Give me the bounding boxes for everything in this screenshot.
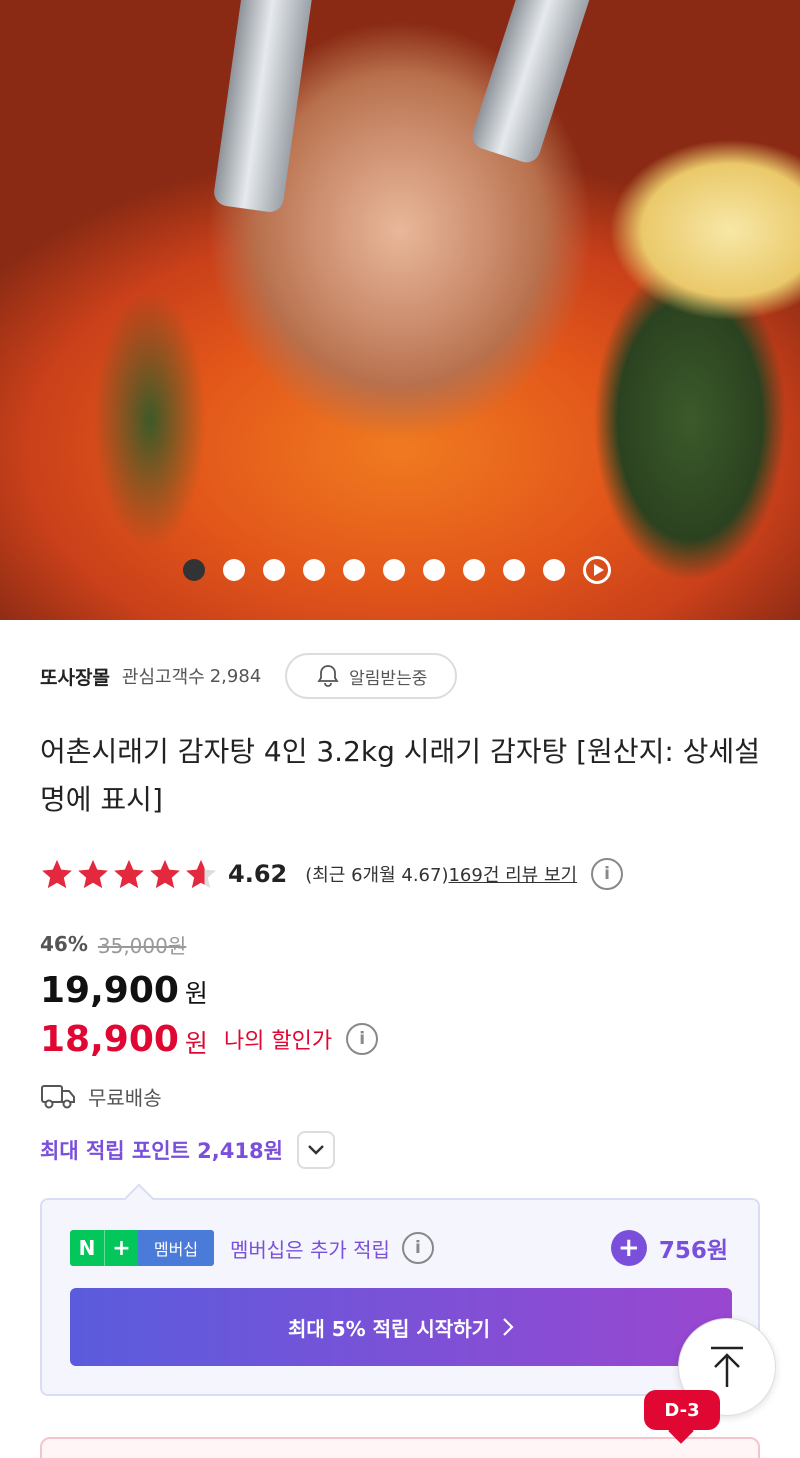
membership-text: 멤버십은 추가 적립 — [230, 1237, 390, 1262]
membership-amount: 756원 — [658, 1238, 728, 1264]
fans-label: 관심고객수 — [121, 667, 205, 688]
shipping-row: 무료배송 — [40, 1078, 162, 1114]
bell-icon — [317, 665, 339, 687]
original-price: 35,000원 — [97, 933, 187, 958]
my-price-row: 18,900 원 나의 할인가 i — [40, 1016, 379, 1062]
truck-icon — [41, 1085, 75, 1109]
rating-score: 4.62 — [228, 860, 288, 888]
play-icon[interactable] — [583, 556, 611, 584]
star-icon — [42, 859, 72, 889]
carousel-indicator — [183, 556, 611, 584]
sale-price-row: 19,900 원 — [40, 970, 208, 1016]
membership-box: N + 멤버십 멤버십은 추가 적립 i + 756원 최대 5% 적립 시작하… — [40, 1198, 760, 1396]
info-icon[interactable]: i — [591, 858, 624, 890]
info-icon[interactable]: i — [401, 1232, 434, 1264]
carousel-dot[interactable] — [223, 559, 245, 581]
seller-name[interactable]: 또사장몰 — [40, 663, 110, 690]
membership-text-row: 멤버십은 추가 적립 i — [230, 1230, 434, 1266]
star-icon — [78, 859, 108, 889]
rating-recent: (최근 6개월 4.67) — [305, 865, 449, 886]
start-membership-button[interactable]: 최대 5% 적립 시작하기 — [70, 1288, 732, 1366]
chevron-down-icon — [308, 1145, 324, 1155]
badge-n: N — [70, 1230, 104, 1266]
membership-points: + 756원 — [610, 1228, 728, 1268]
carousel-dot[interactable] — [263, 559, 285, 581]
star-icon — [114, 859, 144, 889]
carousel-dot[interactable] — [423, 559, 445, 581]
carousel-dot[interactable] — [463, 559, 485, 581]
info-icon[interactable]: i — [346, 1023, 379, 1055]
tongs-decoration — [468, 0, 598, 166]
points-row: 최대 적립 포인트 2,418원 — [40, 1130, 335, 1170]
my-price-label: 나의 할인가 — [223, 1029, 333, 1054]
chevron-right-icon — [503, 1318, 514, 1336]
discount-row: 46% 35,000원 — [40, 928, 186, 960]
star-half-icon — [186, 859, 216, 889]
carousel-dot[interactable] — [543, 559, 565, 581]
carousel-dot[interactable] — [503, 559, 525, 581]
carousel-dot[interactable] — [343, 559, 365, 581]
rating-row: 4.62 (최근 6개월 4.67) 169건 리뷰 보기 i — [40, 852, 624, 896]
carousel-dot[interactable] — [183, 559, 205, 581]
my-price-unit: 원 — [184, 1029, 208, 1058]
naver-plus-membership-badge: N + 멤버십 — [70, 1230, 214, 1266]
star-icon — [150, 859, 180, 889]
carousel-dot[interactable] — [383, 559, 405, 581]
plus-icon: + — [610, 1230, 647, 1266]
carousel-dot[interactable] — [303, 559, 325, 581]
notification-button[interactable]: 알림받는중 — [285, 653, 458, 699]
product-title: 어촌시래기 감자탕 4인 3.2kg 시래기 감자탕 [원산지: 상세설명에 표… — [40, 735, 760, 816]
seller-row: 또사장몰 관심고객수 2,984 알림받는중 — [40, 652, 458, 700]
notification-label: 알림받는중 — [349, 668, 428, 689]
tongs-decoration — [212, 0, 314, 214]
review-link[interactable]: 169건 리뷰 보기 — [448, 861, 577, 887]
arrow-up-icon — [711, 1346, 743, 1387]
points-expand-button[interactable] — [296, 1131, 335, 1169]
sale-price-unit: 원 — [184, 979, 208, 1008]
next-section-box — [40, 1437, 760, 1458]
shipping-label: 무료배송 — [88, 1085, 162, 1110]
cta-label: 최대 5% 적립 시작하기 — [287, 1316, 491, 1341]
badge-plus: + — [104, 1230, 138, 1266]
product-image[interactable] — [0, 0, 800, 620]
discount-percent: 46% — [40, 932, 88, 956]
dday-badge[interactable]: D-3 — [644, 1390, 720, 1430]
star-rating — [40, 857, 218, 891]
max-points-label: 최대 적립 포인트 2,418원 — [40, 1139, 283, 1163]
my-discount-price: 18,900 — [40, 1018, 179, 1060]
sale-price: 19,900 — [40, 970, 179, 1011]
badge-text: 멤버십 — [138, 1230, 214, 1266]
fans-count: 2,984 — [209, 665, 262, 687]
